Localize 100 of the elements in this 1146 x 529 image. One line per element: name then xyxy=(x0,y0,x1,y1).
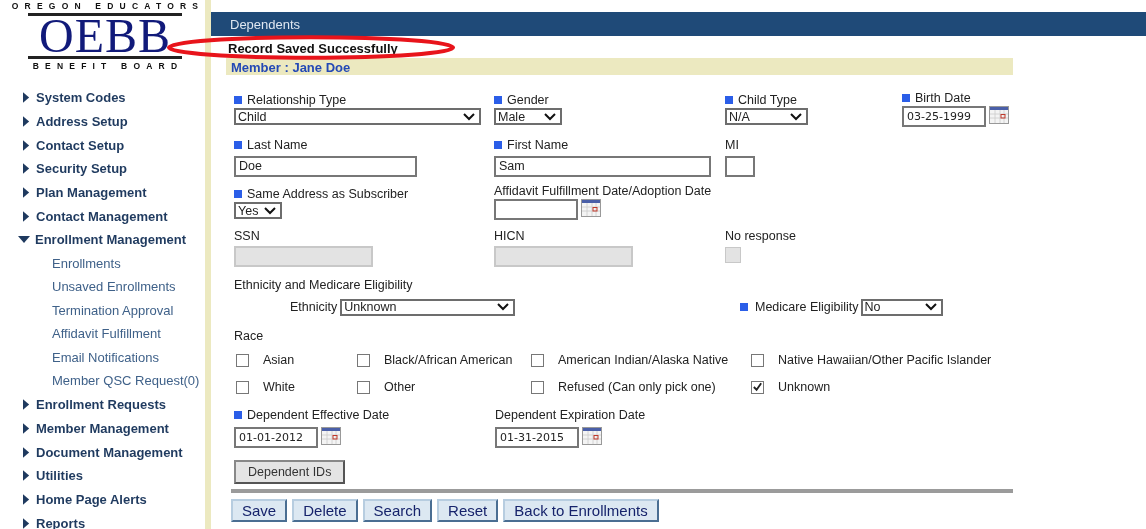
dropdown[interactable]: Male xyxy=(494,108,562,125)
dropdown[interactable]: No xyxy=(860,298,943,316)
caret-right-icon xyxy=(23,92,30,104)
sidebar-item[interactable]: Enrollment Requests xyxy=(0,392,205,417)
dropdown[interactable]: Child xyxy=(234,108,481,125)
checkbox-label: Black/African American xyxy=(384,353,513,367)
checkbox[interactable] xyxy=(236,380,249,394)
dropdown[interactable]: N/A xyxy=(725,108,808,125)
sidebar-item[interactable]: Contact Management xyxy=(0,204,205,229)
field-label: Gender xyxy=(507,93,549,107)
field-label: Relationship Type xyxy=(247,93,347,107)
sidebar-item[interactable]: Contact Setup xyxy=(0,133,205,158)
sidebar-item[interactable]: Plan Management xyxy=(0,180,205,205)
action-button[interactable]: Delete xyxy=(292,499,358,522)
action-button[interactable]: Save xyxy=(231,499,288,522)
checkbox-label: Asian xyxy=(263,353,295,367)
date-field[interactable]: 01-01-2012 xyxy=(234,427,318,448)
chevron-down-icon xyxy=(463,112,475,121)
field-label: SSN xyxy=(234,229,260,243)
dropdown[interactable]: Unknown xyxy=(340,298,516,316)
field-label: Medicare Eligibility xyxy=(755,300,859,314)
required-icon xyxy=(234,141,242,149)
field-label: No response xyxy=(725,229,796,243)
dependent-ids-button[interactable]: Dependent IDs xyxy=(234,460,346,484)
checkbox-label: White xyxy=(263,380,295,394)
sidebar-item[interactable]: Security Setup xyxy=(0,157,205,181)
sidebar-subitem[interactable]: Enrollments xyxy=(0,251,205,276)
required-icon xyxy=(234,96,242,104)
page-title: Dependents xyxy=(230,16,301,32)
checkbox[interactable] xyxy=(236,353,249,367)
logo-tagline: OREGON EDUCATORS xyxy=(11,0,205,12)
checkbox[interactable] xyxy=(531,380,544,394)
caret-right-icon xyxy=(23,446,30,458)
caret-right-icon xyxy=(23,187,30,199)
checkbox-label: Native Hawaiian/Other Pacific Islander xyxy=(778,353,992,367)
sidebar-subitem[interactable]: Termination Approval xyxy=(0,298,205,323)
required-icon xyxy=(494,141,502,149)
field-label: Birth Date xyxy=(915,91,971,105)
calendar-icon[interactable] xyxy=(582,427,602,445)
field-label: Same Address as Subscriber xyxy=(247,187,409,201)
caret-right-icon xyxy=(23,517,30,529)
chevron-down-icon xyxy=(790,112,802,121)
checkbox-label: American Indian/Alaska Native xyxy=(558,353,729,367)
member-name: Member : Jane Doe xyxy=(231,60,351,75)
required-icon xyxy=(902,94,910,102)
sidebar-item[interactable]: Member Management xyxy=(0,416,205,441)
required-icon xyxy=(494,96,502,104)
checkbox[interactable] xyxy=(751,353,764,367)
calendar-icon[interactable] xyxy=(581,199,601,217)
checkbox-label: Unknown xyxy=(778,380,831,394)
sidebar-subitem[interactable]: Email Notifications xyxy=(0,345,205,370)
logo-tagline: BENEFIT BOARD xyxy=(32,60,184,72)
caret-right-icon xyxy=(23,210,30,222)
action-button[interactable]: Search xyxy=(362,499,433,522)
sidebar-subitem[interactable]: Unsaved Enrollments xyxy=(0,275,205,299)
caret-right-icon xyxy=(23,470,30,482)
action-button[interactable]: Back to Enrollments xyxy=(503,499,659,522)
field-label: Dependent Effective Date xyxy=(247,408,390,422)
date-field[interactable]: 01-31-2015 xyxy=(495,427,579,448)
chevron-down-icon xyxy=(544,112,556,121)
sidebar-subitem[interactable]: Affidavit Fulfillment xyxy=(0,322,205,346)
field-label: Child Type xyxy=(738,93,797,107)
input-field[interactable]: Doe xyxy=(234,156,417,177)
calendar-icon[interactable] xyxy=(989,106,1009,124)
checkbox[interactable] xyxy=(357,380,370,394)
checkbox-label: Other xyxy=(384,380,416,394)
action-button[interactable]: Reset xyxy=(437,499,499,522)
required-icon xyxy=(234,411,242,419)
caret-right-icon xyxy=(23,493,30,505)
sidebar-item[interactable]: System Codes xyxy=(0,86,205,110)
checkbox[interactable] xyxy=(357,353,370,367)
field-label: Dependent Expiration Date xyxy=(495,408,646,422)
input-field[interactable] xyxy=(725,156,755,177)
caret-right-icon xyxy=(23,163,30,175)
checkbox-label: Refused (Can only pick one) xyxy=(558,380,716,394)
checkbox[interactable] xyxy=(751,380,764,394)
date-field[interactable]: 03-25-1999 xyxy=(902,106,986,127)
required-icon xyxy=(725,96,733,104)
sidebar-item[interactable]: Document Management xyxy=(0,440,205,464)
section-title: Ethnicity and Medicare Eligibility xyxy=(234,278,414,294)
sidebar-item[interactable]: Address Setup xyxy=(0,109,205,134)
caret-right-icon xyxy=(23,422,30,434)
sidebar-item[interactable]: Enrollment Management xyxy=(0,228,205,252)
caret-right-icon xyxy=(23,116,30,128)
logo-wordmark: OEBB xyxy=(39,17,171,55)
caret-down-icon xyxy=(18,235,30,244)
required-icon xyxy=(740,303,748,311)
field-label: HICN xyxy=(494,229,525,243)
input-field[interactable]: Sam xyxy=(494,156,711,177)
chevron-down-icon xyxy=(264,206,276,215)
chevron-down-icon xyxy=(497,303,510,311)
calendar-icon[interactable] xyxy=(321,427,341,445)
field-label: Ethnicity xyxy=(290,300,338,314)
success-message: Record Saved Successfully xyxy=(228,41,398,56)
sidebar-subitem[interactable]: Member QSC Request(0) xyxy=(0,369,205,393)
dropdown[interactable]: Yes xyxy=(234,202,282,219)
sidebar-item[interactable]: Utilities xyxy=(0,463,205,488)
date-field[interactable] xyxy=(494,199,578,220)
sidebar-item[interactable]: Home Page Alerts xyxy=(0,487,205,512)
checkbox[interactable] xyxy=(531,353,544,367)
